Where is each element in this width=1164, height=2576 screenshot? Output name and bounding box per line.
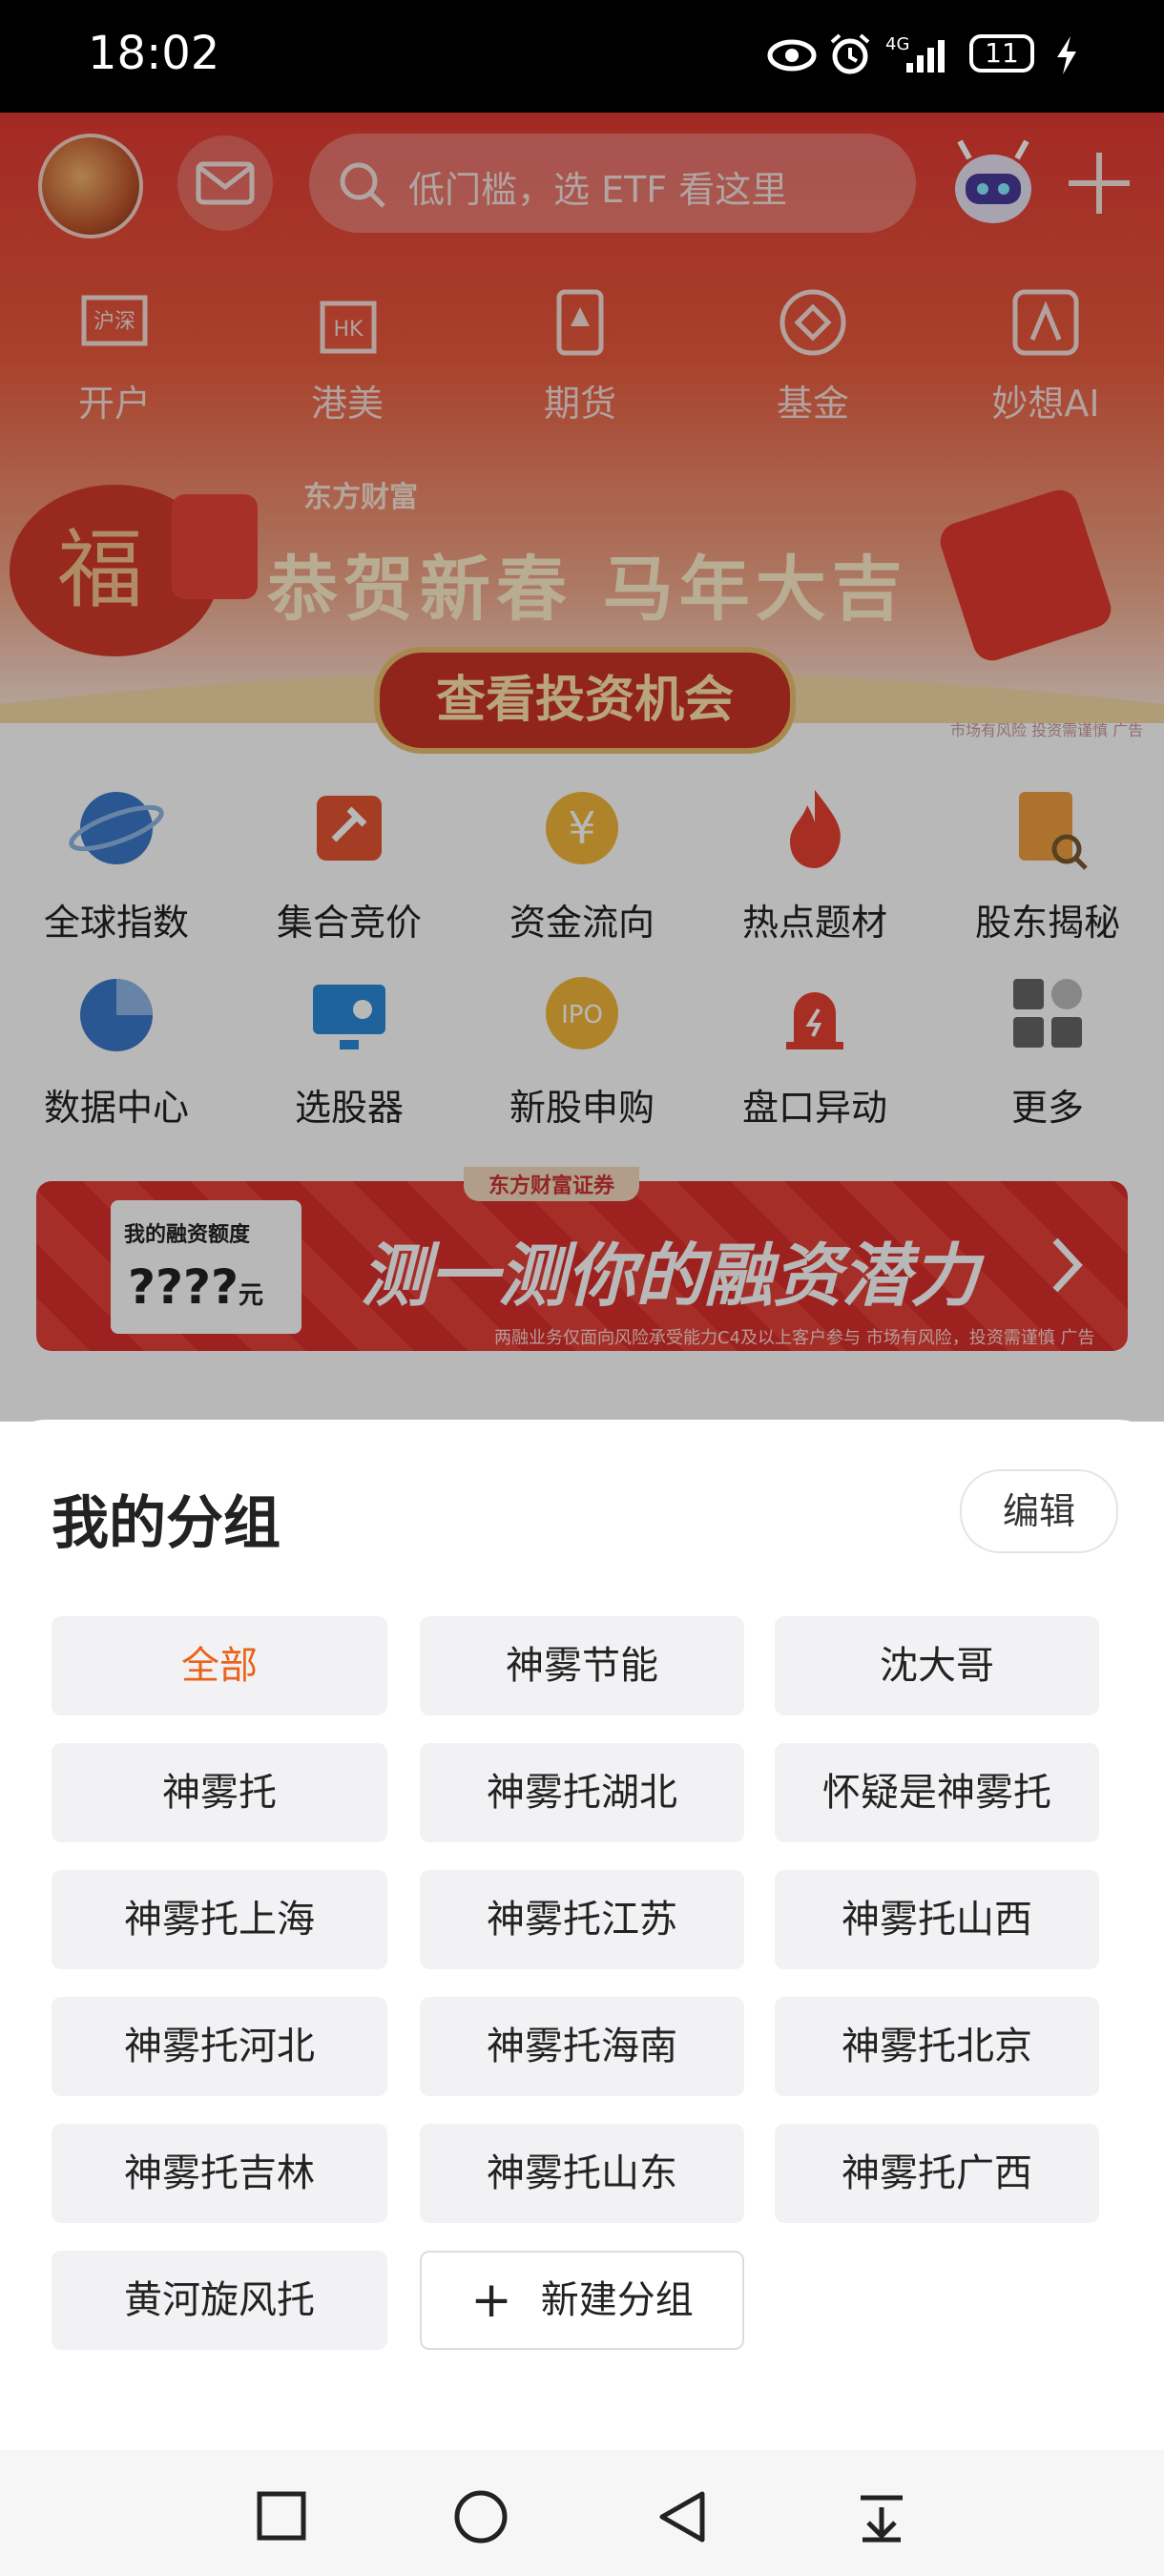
recent-apps-icon[interactable] [256, 2490, 307, 2542]
status-time: 18:02 [88, 27, 220, 80]
group-chip[interactable]: 神雾托江苏 [420, 1870, 744, 1969]
eye-icon [767, 39, 817, 72]
sheet-title: 我的分组 [52, 1490, 281, 1557]
group-chip[interactable]: 神雾托广西 [775, 2124, 1099, 2223]
group-chip[interactable]: 神雾托 [52, 1743, 387, 1842]
group-chip[interactable]: 神雾节能 [420, 1616, 744, 1715]
group-chip[interactable]: 黄河旋风托 [52, 2251, 387, 2350]
signal-icon [906, 40, 945, 73]
modal-overlay[interactable] [0, 113, 1164, 1422]
group-chip[interactable]: 神雾托湖北 [420, 1743, 744, 1842]
plus-icon: + [470, 2272, 512, 2329]
home-icon[interactable] [452, 2488, 509, 2545]
charging-icon [1057, 36, 1076, 74]
system-nav-bar [0, 2450, 1164, 2576]
back-icon[interactable] [655, 2488, 708, 2545]
battery-indicator: 11 [969, 34, 1034, 73]
new-group-label: 新建分组 [540, 2278, 694, 2322]
group-chip[interactable]: 神雾托海南 [420, 1997, 744, 2096]
group-sheet: 我的分组 编辑 全部 神雾节能 沈大哥神雾托 神雾托湖北 怀疑是神雾托神雾托上海 神雾托江… [0, 1420, 1164, 2450]
new-group-button[interactable]: + 新建分组 [420, 2251, 744, 2350]
group-chip[interactable]: 神雾托吉林 [52, 2124, 387, 2223]
group-chip[interactable]: 全部 [52, 1616, 387, 1715]
edit-button[interactable]: 编辑 [960, 1469, 1118, 1553]
group-chip[interactable]: 神雾托山西 [775, 1870, 1099, 1969]
group-chip[interactable]: 沈大哥 [775, 1616, 1099, 1715]
status-bar: 18:02 4G 11 [0, 0, 1164, 113]
group-chip[interactable]: 神雾托北京 [775, 1997, 1099, 2096]
group-chip[interactable]: 神雾托河北 [52, 1997, 387, 2096]
dropdown-notification-icon[interactable] [855, 2490, 908, 2544]
battery-level: 11 [985, 37, 1019, 69]
group-chip[interactable]: 神雾托上海 [52, 1870, 387, 1969]
group-chip[interactable]: 怀疑是神雾托 [775, 1743, 1099, 1842]
group-chip[interactable]: 神雾托山东 [420, 2124, 744, 2223]
alarm-clock-icon [830, 33, 870, 74]
